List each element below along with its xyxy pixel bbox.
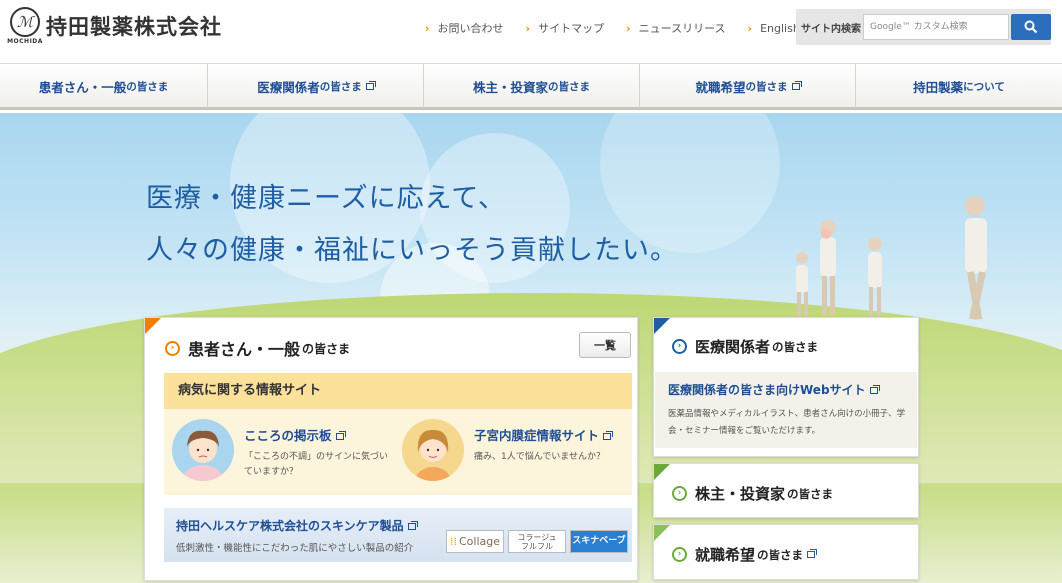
nav-item-careers[interactable]: 就職希望 の皆さま	[640, 64, 856, 108]
worried-woman-avatar	[172, 419, 234, 481]
disease-info-heading: 病気に関する情報サイト	[164, 373, 632, 409]
brand-logos: ⁞⁞ Collage コラージュ フルフル スキナベーブ	[446, 530, 628, 553]
company-name: 持田製薬株式会社	[46, 15, 222, 39]
woman-avatar	[402, 419, 464, 481]
circle-arrow-icon: ›	[165, 340, 180, 356]
nav-item-patients[interactable]: 患者さん・一般 の皆さま	[0, 64, 208, 108]
util-link-english[interactable]: › English	[748, 20, 800, 36]
chevron-right-icon: ›	[626, 21, 631, 35]
util-link-contact[interactable]: › お問い合わせ	[425, 20, 504, 36]
family-walking-image	[796, 196, 987, 320]
util-link-news[interactable]: › ニュースリリース	[626, 20, 725, 36]
util-link-sitemap[interactable]: › サイトマップ	[526, 20, 605, 36]
nav-item-medical[interactable]: 医療関係者 の皆さま	[208, 64, 424, 108]
company-logo[interactable]: ℳ MOCHIDA 持田製薬株式会社	[7, 7, 222, 47]
external-link-icon	[603, 431, 614, 440]
brand-skinababe-logo[interactable]: スキナベーブ	[570, 530, 628, 553]
list-button[interactable]: 一覧	[579, 332, 631, 358]
circle-arrow-icon: ›	[672, 547, 687, 562]
external-link-icon	[365, 80, 376, 90]
card-endometriosis[interactable]: 子宮内膜症情報サイト 痛み、1人で悩んでいませんか？	[402, 419, 622, 481]
skincare-banner[interactable]: 持田ヘルスケア株式会社のスキンケア製品 低刺激性・機能性にこだわった肌にやさしい…	[164, 508, 632, 562]
medical-panel-title[interactable]: › 医療関係者 の皆さま	[672, 336, 818, 357]
utility-nav: › お問い合わせ › サイトマップ › ニュースリリース › English	[425, 20, 822, 36]
medical-panel: › 医療関係者 の皆さま 医療関係者の皆さま向けWebサイト 医薬品情報やメディカ…	[653, 317, 919, 457]
external-link-icon	[335, 431, 346, 440]
global-nav: 患者さん・一般 の皆さま 医療関係者 の皆さま 株主・投資家 の皆さま 就職希望 の皆さ…	[0, 63, 1062, 110]
site-search: サイト内検索 Google™ カスタム検索	[796, 9, 1051, 45]
patients-panel: › 患者さん・一般 の皆さま 一覧 病気に関する情報サイト こころの掲示板 「ここ…	[144, 317, 638, 581]
circle-arrow-icon: ›	[672, 339, 687, 354]
search-button[interactable]	[1011, 14, 1051, 40]
site-header: ℳ MOCHIDA 持田製薬株式会社 › お問い合わせ › サイトマップ › ニュース…	[0, 0, 1062, 63]
search-icon	[1024, 20, 1038, 34]
medical-website-box[interactable]: 医療関係者の皆さま向けWebサイト 医薬品情報やメディカルイラスト、患者さん向け…	[655, 372, 917, 448]
search-input[interactable]: Google™ カスタム検索	[863, 14, 1009, 40]
nav-item-investors[interactable]: 株主・投資家 の皆さま	[424, 64, 640, 108]
chevron-right-icon: ›	[425, 21, 430, 35]
careers-panel[interactable]: › 就職希望 の皆さま	[653, 524, 919, 580]
card-kokoro[interactable]: こころの掲示板 「こころの不調」のサインに気づいていますか？	[172, 419, 392, 481]
nav-item-about[interactable]: 持田製薬 について	[856, 64, 1062, 108]
chevron-right-icon: ›	[525, 21, 531, 35]
mochida-logo-icon: ℳ MOCHIDA	[7, 7, 42, 47]
brand-fullfull-logo[interactable]: コラージュ フルフル	[508, 530, 566, 553]
search-label: サイト内検索	[801, 23, 861, 35]
external-link-icon	[407, 521, 418, 530]
chevron-right-icon: ›	[747, 21, 753, 35]
disease-info-body: こころの掲示板 「こころの不調」のサインに気づいていますか？ 子宮内膜症情報サイ…	[164, 409, 632, 495]
circle-arrow-icon: ›	[672, 486, 687, 501]
external-link-icon	[807, 549, 818, 558]
brand-collage-logo[interactable]: ⁞⁞ Collage	[446, 530, 504, 553]
external-link-icon	[791, 80, 802, 90]
hero-catchcopy: 医療・健康ニーズに応えて、 人々の健康・福祉にいっそう貢献したい。	[146, 183, 678, 266]
investors-panel[interactable]: › 株主・投資家 の皆さま	[653, 463, 919, 518]
patients-panel-title[interactable]: › 患者さん・一般 の皆さま	[165, 336, 350, 360]
external-link-icon	[869, 385, 880, 394]
